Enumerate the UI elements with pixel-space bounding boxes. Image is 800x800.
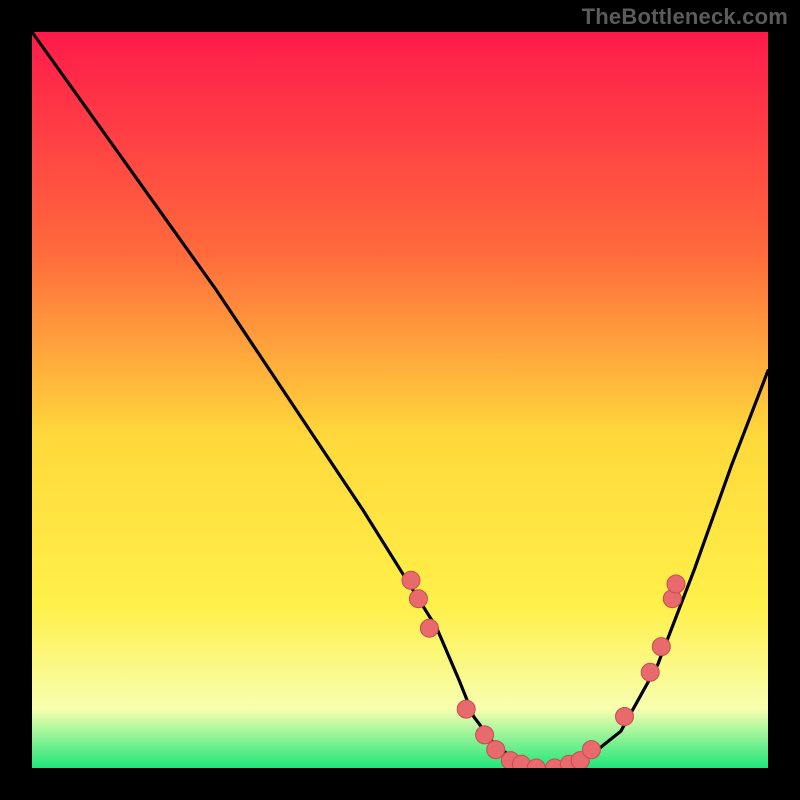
frame-left xyxy=(0,0,32,800)
curve-marker xyxy=(402,571,420,589)
frame-right xyxy=(768,0,800,800)
curve-marker xyxy=(641,663,659,681)
curve-marker xyxy=(476,726,494,744)
chart-frame: TheBottleneck.com xyxy=(0,0,800,800)
curve-marker xyxy=(420,619,438,637)
bottleneck-chart xyxy=(0,0,800,800)
curve-marker xyxy=(582,741,600,759)
plot-background xyxy=(32,32,768,768)
curve-marker xyxy=(616,708,634,726)
frame-bottom xyxy=(0,768,800,800)
watermark-text: TheBottleneck.com xyxy=(582,4,788,30)
curve-marker xyxy=(652,638,670,656)
curve-marker xyxy=(667,575,685,593)
curve-marker xyxy=(409,590,427,608)
curve-marker xyxy=(487,741,505,759)
curve-marker xyxy=(457,700,475,718)
